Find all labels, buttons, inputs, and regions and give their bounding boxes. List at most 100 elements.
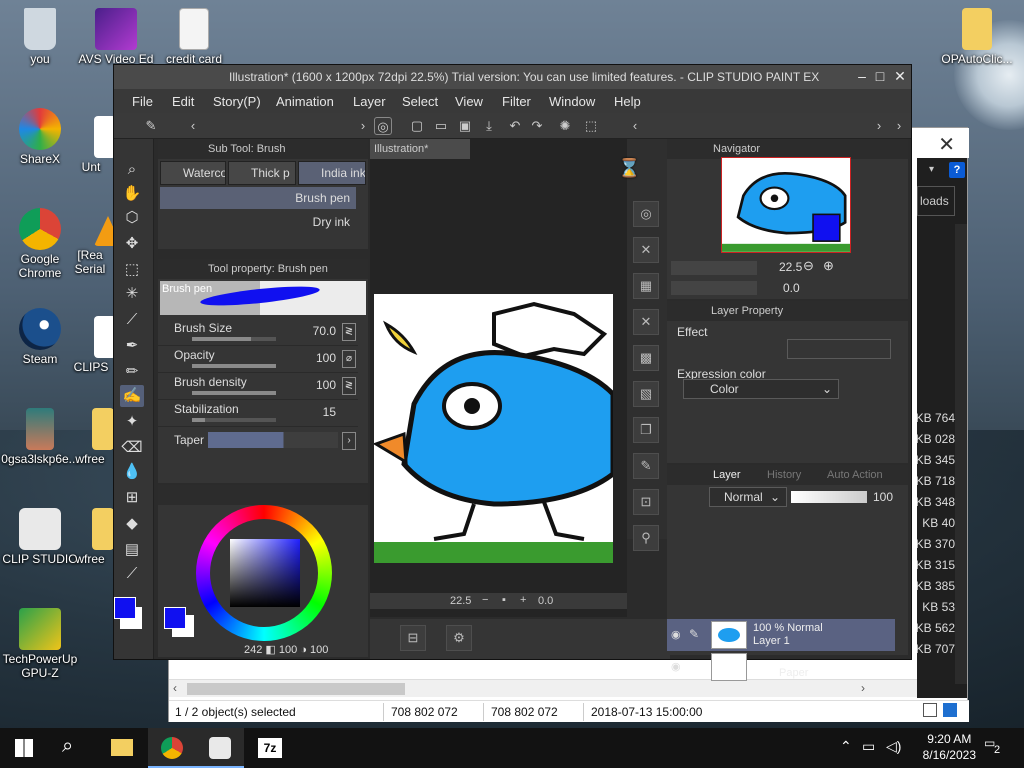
prop-taper[interactable]: Taper › <box>158 427 358 454</box>
blend-tool-icon[interactable]: 💧 <box>120 461 144 483</box>
tab-history[interactable]: History <box>767 469 801 481</box>
zoom-out-icon[interactable]: − <box>482 594 488 606</box>
save-icon[interactable]: ▣ <box>456 117 474 135</box>
prop-opacity[interactable]: Opacity 100 ⌀ <box>158 346 358 373</box>
zoom-fit-icon[interactable]: ▪ <box>502 594 506 606</box>
tab-auto-action[interactable]: Auto Action <box>827 469 883 481</box>
layer-mask-icon[interactable]: ▧ <box>633 381 659 407</box>
camera-icon[interactable]: ⊡ <box>633 489 659 515</box>
pressure-icon[interactable]: ≷ <box>342 323 356 341</box>
close-view-icon[interactable]: ✕ <box>633 237 659 263</box>
panel-settings-icon[interactable]: ⚙ <box>446 625 472 651</box>
brush-item-dry-ink[interactable]: Dry ink <box>160 211 356 233</box>
taskbar-7zip[interactable]: 7z <box>246 728 294 768</box>
zoom-out-icon[interactable]: ⊖ <box>803 258 814 274</box>
network-icon[interactable]: ▭ <box>862 738 875 755</box>
thumbnail-view-icon[interactable] <box>943 703 957 717</box>
chevron-right-icon[interactable]: › <box>354 117 372 135</box>
taper-slider[interactable] <box>208 432 338 448</box>
zoom-tool-icon[interactable]: ⌕ <box>120 159 144 181</box>
taskbar-chrome[interactable] <box>148 728 196 768</box>
menu-view[interactable]: View <box>455 94 483 109</box>
desktop-icon-opautoclicker[interactable]: OPAutoClic... <box>930 8 1024 66</box>
scroll-right-icon[interactable]: › <box>861 681 865 695</box>
desktop-icon-recycle[interactable]: you <box>0 8 80 66</box>
volume-icon[interactable]: ◁) <box>886 738 901 755</box>
desktop-icon-wfree1[interactable]: wfree <box>66 408 114 466</box>
layer-opacity-slider[interactable] <box>791 491 867 503</box>
main-color-swatch[interactable] <box>164 607 186 629</box>
brush-tool-icon[interactable]: ✍ <box>120 385 144 407</box>
loading-icon[interactable]: ✺ <box>556 117 574 135</box>
layer-row-paper[interactable]: ◉ Paper <box>667 651 895 683</box>
menu-animation[interactable]: Animation <box>276 94 334 109</box>
line-tool-icon[interactable]: ⟋ <box>120 563 144 585</box>
minimize-icon[interactable]: – <box>852 68 872 84</box>
desktop-icon-wfree2[interactable]: wfree <box>66 508 114 566</box>
ruler-tool-icon[interactable]: ⊞ <box>120 487 144 509</box>
menu-help[interactable]: Help <box>614 94 641 109</box>
prop-brush-size[interactable]: Brush Size 70.0 ≷ <box>158 319 358 346</box>
rotate-view-icon[interactable]: ◎ <box>633 201 659 227</box>
scroll-thumb[interactable] <box>187 683 405 695</box>
blend-mode-dropdown[interactable]: Normal ⌄ <box>709 487 787 507</box>
notification-button[interactable]: ▭ 2 <box>984 736 1006 758</box>
navigator-rotate-slider[interactable] <box>671 281 757 295</box>
search-button[interactable]: ⌕ <box>48 728 96 768</box>
desktop-icon-creditcard[interactable]: credit card <box>154 8 234 66</box>
chevron-left-icon[interactable]: ‹ <box>626 117 644 135</box>
clip-studio-window[interactable]: Illustration* (1600 x 1200px 72dpi 22.5%… <box>113 64 912 681</box>
chevron-right-icon[interactable]: › <box>890 117 908 135</box>
transform-icon[interactable]: ⬚ <box>582 117 600 135</box>
open-folder-icon[interactable]: ▭ <box>432 117 450 135</box>
clip-studio-logo-icon[interactable]: ◎ <box>374 117 392 135</box>
zoom-in-icon[interactable]: + <box>520 594 526 606</box>
redo-icon[interactable]: ↷ <box>528 117 546 135</box>
saturation-value-square[interactable] <box>230 539 300 607</box>
desktop-icon-serial[interactable]: [Rea Serial <box>66 216 114 276</box>
pen-icon[interactable]: ✎ <box>142 117 160 135</box>
grid-view-icon[interactable]: ▦ <box>633 273 659 299</box>
vertical-scrollbar[interactable] <box>955 224 967 684</box>
close-icon[interactable]: ✕ <box>890 68 910 85</box>
operation-tool-icon[interactable]: ⬡ <box>120 207 144 229</box>
navigator-zoom-slider[interactable] <box>671 261 757 275</box>
copy-layer-icon[interactable]: ❐ <box>633 417 659 443</box>
pencil-tool-icon[interactable]: ✏ <box>120 361 144 383</box>
selection-tool-icon[interactable]: ⬚ <box>120 259 144 281</box>
tab-layer[interactable]: Layer <box>713 469 741 481</box>
decoration-tool-icon[interactable]: ✦ <box>120 411 144 433</box>
canvas-tab[interactable]: Illustration* <box>370 139 470 159</box>
fill-tool-icon[interactable]: ◆ <box>120 513 144 535</box>
prop-stabilization[interactable]: Stabilization 15 <box>158 400 358 427</box>
chevron-left-icon[interactable]: ‹ <box>184 117 202 135</box>
main-color-swatch[interactable] <box>114 597 136 619</box>
new-file-icon[interactable]: ▢ <box>408 117 426 135</box>
density-pressure-icon[interactable]: ≷ <box>342 377 356 395</box>
chevron-right-icon[interactable]: › <box>342 432 356 450</box>
taskbar-clip-studio[interactable] <box>196 728 244 768</box>
undo-icon[interactable]: ↶ <box>506 117 524 135</box>
canvas-area[interactable]: Illustration* 22.5 − ▪ + 0.0 <box>370 139 627 617</box>
chevron-up-icon[interactable]: ⌃ <box>840 738 852 755</box>
desktop-icon-avs[interactable]: AVS Video Ed <box>76 8 156 66</box>
downloads-button[interactable]: loads <box>917 186 955 216</box>
auto-select-icon[interactable]: ✳ <box>120 283 144 305</box>
effect-buttons[interactable] <box>787 339 891 359</box>
opacity-pressure-icon[interactable]: ⌀ <box>342 350 356 368</box>
move-layer-icon[interactable]: ✥ <box>120 233 144 255</box>
figure-icon[interactable]: ⚲ <box>633 525 659 551</box>
chevron-right-icon[interactable]: › <box>870 117 888 135</box>
desktop-icon-unt[interactable]: Unt <box>68 116 114 174</box>
details-view-icon[interactable] <box>923 703 937 717</box>
desktop-icon-gpuz[interactable]: TechPowerUp GPU-Z <box>0 608 80 680</box>
tab-watercolor[interactable]: Waterco <box>160 161 226 185</box>
layer-row[interactable]: ◉ ✎ 100 % Normal Layer 1 <box>667 619 895 651</box>
help-icon[interactable]: ? <box>949 162 965 178</box>
eye-icon[interactable]: ◉ <box>671 628 685 641</box>
menu-file[interactable]: File <box>132 94 153 109</box>
menu-window[interactable]: Window <box>549 94 595 109</box>
prop-brush-density[interactable]: Brush density 100 ≷ <box>158 373 358 400</box>
gradient-tool-icon[interactable]: ▤ <box>120 539 144 561</box>
eraser-tool-icon[interactable]: ⌫ <box>120 437 144 459</box>
